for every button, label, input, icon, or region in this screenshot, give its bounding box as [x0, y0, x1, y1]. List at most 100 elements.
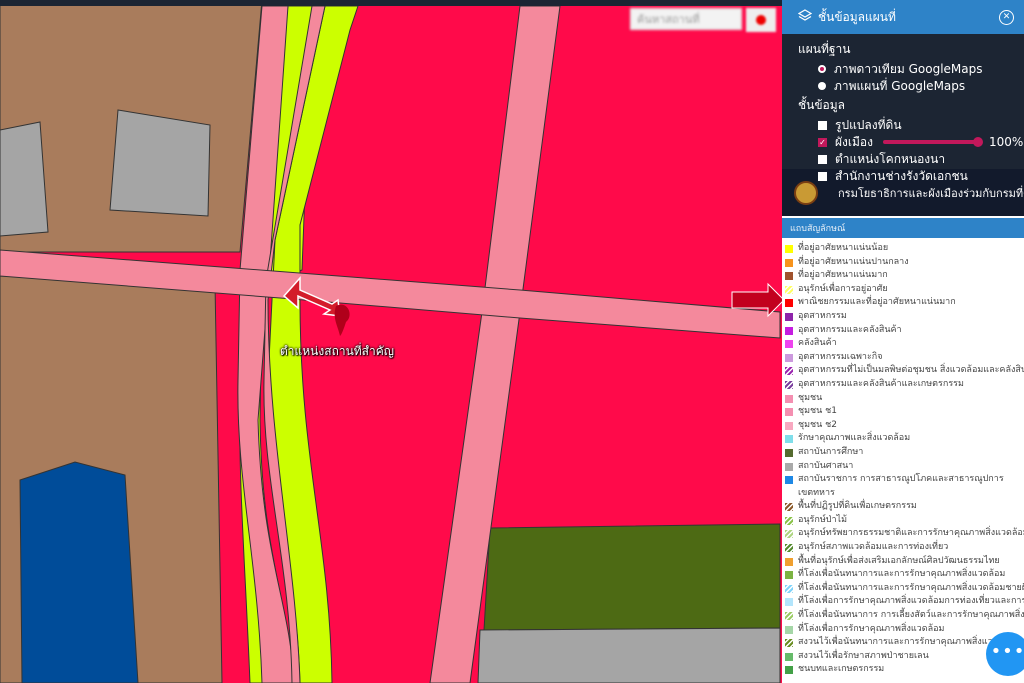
- legend-label: อุตสาหกรรมและคลังสินค้า: [798, 324, 902, 335]
- legend-label: สถาบันราชการ การสาธารณูปโภคและสาธารณูปกา…: [798, 474, 1004, 498]
- legend-item: ที่โล่งเพื่อนันทนาการและการรักษาคุณภาพสิ…: [785, 582, 1024, 596]
- legend-swatch: [785, 326, 793, 335]
- legend-label: ที่อยู่อาศัยหนาแน่นปานกลาง: [798, 256, 909, 267]
- legend-label: ที่โล่งเพื่อการรักษาคุณภาพสิ่งแวดล้อม: [798, 623, 945, 634]
- legend-swatch: [785, 394, 793, 403]
- legend-swatch: [785, 312, 793, 321]
- opacity-slider[interactable]: [882, 137, 983, 147]
- basemap-label: ภาพแผนที่ GoogleMaps: [834, 78, 966, 93]
- layer-zoning[interactable]: ✓ ผังเมือง 100%: [818, 135, 1024, 149]
- legend-item: อนุรักษ์ป่าไม้: [785, 514, 1024, 528]
- zone-religious-2: [109, 109, 211, 217]
- legend-swatch: [785, 530, 793, 539]
- layers-section: แผนที่ฐาน ภาพดาวเทียม GoogleMaps ภาพแผนท…: [782, 34, 1024, 183]
- legend-item: อุตสาหกรรมและคลังสินค้า: [785, 324, 1024, 338]
- legend-swatch: [785, 448, 793, 457]
- legend-label: ชุมชน: [798, 392, 823, 403]
- legend-swatch: [785, 421, 793, 430]
- legend-label: สถาบันศาสนา: [798, 460, 854, 471]
- legend-label: ชุมชน ช1: [798, 406, 837, 417]
- legend-swatch: [785, 503, 793, 512]
- legend-swatch: [785, 557, 793, 566]
- zone-government: [19, 461, 139, 683]
- legend-label: พื้นที่ปฏิรูปที่ดินเพื่อเกษตรกรรม: [798, 501, 917, 512]
- legend-label: ที่โล่งเพื่อนันทนาการและการรักษาคุณภาพสิ…: [798, 569, 1006, 580]
- panel-title: ชั้นข้อมูลแผนที่: [818, 9, 896, 24]
- radio-selected[interactable]: [818, 65, 826, 73]
- legend-item: ที่อยู่อาศัยหนาแน่นน้อย: [785, 242, 1024, 256]
- legend-swatch: [785, 367, 793, 376]
- legend-item: ที่โล่งเพื่อนันทนาการ การเลี้ยงสัตว์และก…: [785, 609, 1024, 623]
- legend-swatch: [785, 598, 793, 607]
- layer-parcels[interactable]: รูปแปลงที่ดิน: [818, 118, 1024, 132]
- legend-item: อุตสาหกรรมที่ไม่เป็นมลพิษต่อชุมชน สิ่งแว…: [785, 364, 1024, 378]
- legend-swatch: [785, 612, 793, 621]
- legend-item: สถาบันศาสนา: [785, 460, 1024, 474]
- checkbox[interactable]: [818, 154, 827, 164]
- legend-label: ชุมชน ช2: [798, 419, 837, 430]
- legend-swatch: [785, 666, 793, 675]
- legend-list: ที่อยู่อาศัยหนาแน่นน้อยที่อยู่อาศัยหนาแน…: [782, 238, 1024, 677]
- legend-item: อุตสาหกรรม: [785, 310, 1024, 324]
- legend-label: สงวนไว้เพื่อนันทนาการและการรักษาคุณภาพสิ…: [798, 637, 1016, 648]
- checkbox-checked[interactable]: ✓: [818, 137, 827, 147]
- legend-item: อุตสาหกรรมเฉพาะกิจ: [785, 351, 1024, 365]
- legend-item: สถาบันราชการ การสาธารณูปโภคและสาธารณูปกา…: [785, 473, 1024, 500]
- legend-label: ชนบทและเกษตรกรรม: [798, 664, 885, 675]
- close-icon[interactable]: ✕: [999, 9, 1014, 25]
- legend-label: อนุรักษ์ทรัพยากรธรรมชาติและการรักษาคุณภา…: [798, 528, 1024, 539]
- legend-label: รักษาคุณภาพและสิ่งแวดล้อม: [798, 433, 911, 444]
- legend-item: พื้นที่ปฏิรูปที่ดินเพื่อเกษตรกรรม: [785, 500, 1024, 514]
- legend-label: อนุรักษ์ป่าไม้: [798, 514, 847, 525]
- legend-swatch: [785, 299, 793, 308]
- legend-label: ที่โล่งเพื่อการรักษาคุณภาพสิ่งแวดล้อมการ…: [798, 596, 1024, 607]
- legend-swatch: [785, 571, 793, 580]
- legend-swatch: [785, 516, 793, 525]
- legend-item: ที่โล่งเพื่อนันทนาการและการรักษาคุณภาพสิ…: [785, 568, 1024, 582]
- legend-label: พื้นที่อนุรักษ์เพื่อส่งเสริมเอกลักษณ์ศิล…: [798, 555, 1000, 566]
- legend-item: ที่อยู่อาศัยหนาแน่นปานกลาง: [785, 256, 1024, 270]
- legend-label: ที่อยู่อาศัยหนาแน่นน้อย: [798, 243, 889, 253]
- legend-label: อุตสาหกรรมที่ไม่เป็นมลพิษต่อชุมชน สิ่งแว…: [798, 365, 1024, 376]
- checkbox[interactable]: [818, 171, 827, 181]
- zone-education: [483, 523, 781, 631]
- legend-label: อุตสาหกรรมและคลังสินค้าและเกษตรกรรม: [798, 378, 964, 389]
- search-button[interactable]: [746, 8, 776, 32]
- legend-item: ชุมชน: [785, 392, 1024, 406]
- legend-item: ที่อยู่อาศัยหนาแน่นมาก: [785, 269, 1024, 283]
- legend-item: ชุมชน ช2: [785, 419, 1024, 433]
- legend-swatch: [785, 625, 793, 634]
- legend-label: ที่โล่งเพื่อนันทนาการ การเลี้ยงสัตว์และก…: [798, 610, 1024, 621]
- layer-khoknongna[interactable]: ตำแหน่งโคกหนองนา: [818, 152, 1024, 166]
- legend-label: สถาบันการศึกษา: [798, 446, 864, 457]
- legend-swatch: [785, 584, 793, 593]
- basemap-option-roadmap[interactable]: ภาพแผนที่ GoogleMaps: [818, 79, 1024, 93]
- legend-swatch: [785, 285, 793, 294]
- legend-item: ชุมชน ช1: [785, 405, 1024, 419]
- radio-unselected[interactable]: [818, 82, 826, 90]
- legend-swatch: [785, 462, 793, 471]
- legend-swatch: [785, 258, 793, 267]
- layers-icon: [797, 8, 813, 26]
- legend-item: ชนบทและเกษตรกรรม: [785, 663, 1024, 677]
- more-button[interactable]: •••: [986, 632, 1024, 676]
- location-label: ตำแหน่งสถานที่สำคัญ: [280, 344, 394, 358]
- legend-swatch: [785, 272, 793, 281]
- legend-swatch: [785, 340, 793, 349]
- legend-item: พาณิชยกรรมและที่อยู่อาศัยหนาแน่นมาก: [785, 296, 1024, 310]
- legend-title: แถบสัญลักษณ์: [782, 218, 1024, 238]
- legend-label: ที่อยู่อาศัยหนาแน่นมาก: [798, 270, 888, 281]
- basemap-title: แผนที่ฐาน: [798, 42, 851, 56]
- search-icon: [756, 15, 766, 25]
- more-icon: •••: [990, 641, 1024, 662]
- checkbox[interactable]: [818, 120, 827, 130]
- layers-title: ชั้นข้อมูล: [798, 98, 846, 112]
- legend-item: ที่โล่งเพื่อการรักษาคุณภาพสิ่งแวดล้อมการ…: [785, 595, 1024, 609]
- basemap-option-satellite[interactable]: ภาพดาวเทียม GoogleMaps: [818, 62, 1024, 76]
- legend-label: คลังสินค้า: [798, 338, 837, 349]
- zone-religious-3: [477, 627, 781, 683]
- legend-swatch: [785, 353, 793, 362]
- legend-item: สถาบันการศึกษา: [785, 446, 1024, 460]
- search-input[interactable]: ค้นหาสถานที่: [630, 8, 742, 30]
- slider-knob[interactable]: [972, 137, 983, 147]
